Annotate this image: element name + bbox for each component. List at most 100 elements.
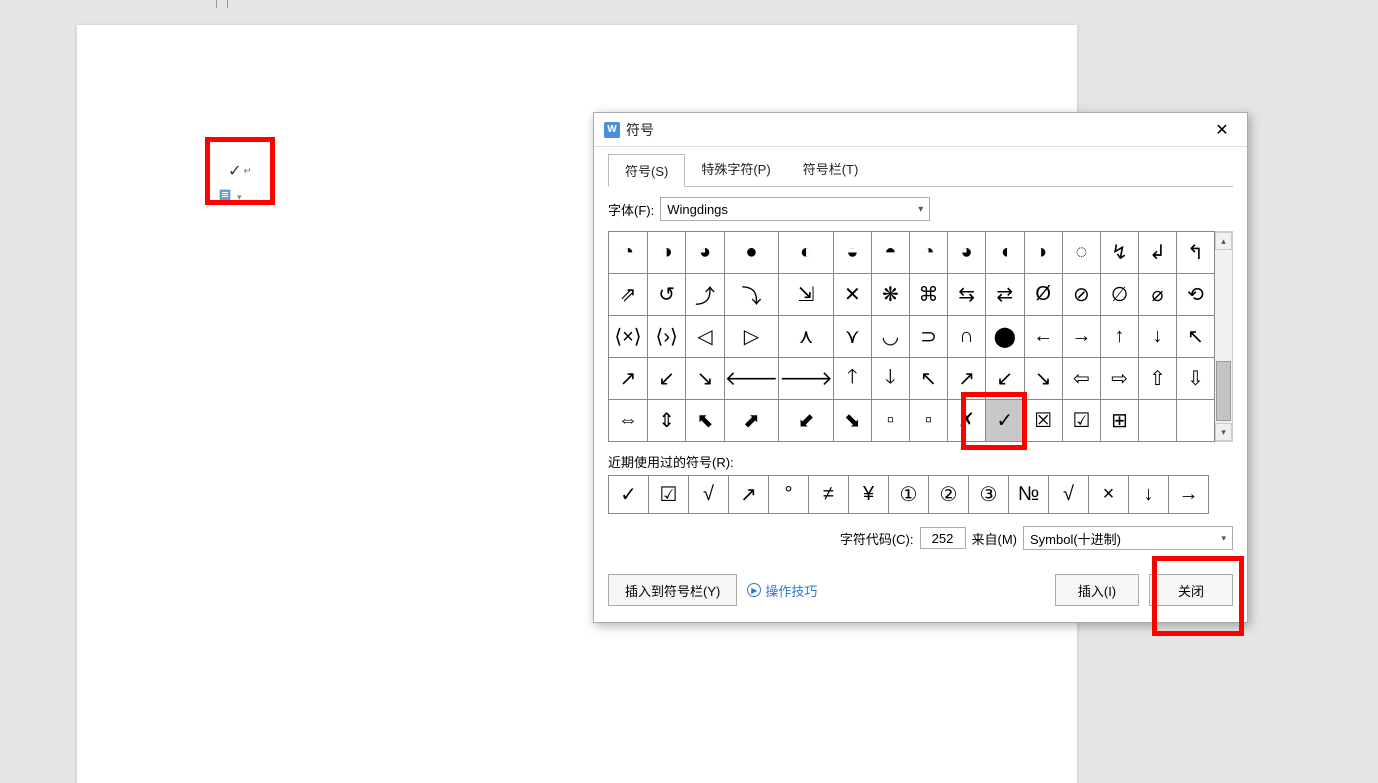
symbol-cell[interactable]: ⤵ (724, 274, 779, 316)
symbol-cell[interactable]: ● (724, 232, 779, 274)
recent-symbol-cell[interactable]: ① (889, 476, 929, 514)
recent-symbol-cell[interactable]: ③ (969, 476, 1009, 514)
symbol-cell[interactable]: ◌ (1062, 232, 1100, 274)
symbol-cell[interactable]: ← (1024, 316, 1062, 358)
symbol-cell[interactable]: ❋ (871, 274, 909, 316)
symbol-cell[interactable]: ⬉ (686, 400, 724, 442)
symbol-cell[interactable]: ⇔ (609, 400, 648, 442)
symbol-cell[interactable]: ⟨×⟩ (609, 316, 648, 358)
recent-symbol-cell[interactable]: ↓ (1129, 476, 1169, 514)
recent-symbol-cell[interactable]: × (1089, 476, 1129, 514)
symbol-cell[interactable]: ↰ (1177, 232, 1215, 274)
symbol-cell[interactable]: 🡒 (779, 358, 834, 400)
recent-symbol-cell[interactable]: ✓ (609, 476, 649, 514)
recent-symbol-cell[interactable]: ② (929, 476, 969, 514)
symbol-cell[interactable]: ◒ (833, 232, 871, 274)
recent-symbol-cell[interactable]: √ (689, 476, 729, 514)
symbol-cell[interactable]: ⋎ (833, 316, 871, 358)
symbol-cell[interactable]: ◐ (779, 232, 834, 274)
symbol-cell[interactable]: ⇕ (647, 400, 685, 442)
symbol-cell[interactable]: ⊃ (909, 316, 947, 358)
insert-to-bar-button[interactable]: 插入到符号栏(Y) (608, 574, 737, 606)
recent-symbol-cell[interactable]: ° (769, 476, 809, 514)
dialog-titlebar[interactable]: W 符号 ✕ (594, 113, 1247, 147)
scroll-track[interactable] (1215, 250, 1232, 423)
scroll-up-icon[interactable]: ▴ (1215, 232, 1232, 250)
symbol-cell[interactable]: ⊞ (1101, 400, 1139, 442)
symbol-cell[interactable]: ↖ (909, 358, 947, 400)
char-code-input[interactable] (920, 527, 966, 549)
close-icon[interactable]: ✕ (1207, 117, 1237, 143)
symbol-cell[interactable]: ↗ (948, 358, 986, 400)
scroll-down-icon[interactable]: ▾ (1215, 423, 1232, 441)
symbol-cell[interactable]: ✓ (986, 400, 1024, 442)
symbol-cell[interactable]: ✕ (833, 274, 871, 316)
symbol-cell[interactable]: ☒ (1024, 400, 1062, 442)
symbol-cell[interactable]: ⇨ (1101, 358, 1139, 400)
recent-symbol-cell[interactable]: → (1169, 476, 1209, 514)
symbol-cell[interactable]: ◓ (871, 232, 909, 274)
tips-link[interactable]: ▶ 操作技巧 (747, 581, 817, 600)
symbol-cell[interactable]: ▷ (724, 316, 779, 358)
recent-symbol-cell[interactable]: ¥ (849, 476, 889, 514)
symbol-cell[interactable]: ⇆ (948, 274, 986, 316)
symbol-cell[interactable]: → (1062, 316, 1100, 358)
symbol-cell[interactable]: ◕ (686, 232, 724, 274)
symbol-cell[interactable]: ↗ (609, 358, 648, 400)
symbol-cell[interactable]: ↓ (1139, 316, 1177, 358)
symbol-cell[interactable] (1139, 400, 1177, 442)
symbol-cell[interactable] (1177, 400, 1215, 442)
symbol-cell[interactable]: ∅ (1101, 274, 1139, 316)
recent-symbol-cell[interactable]: √ (1049, 476, 1089, 514)
symbol-cell[interactable]: ☑ (1062, 400, 1100, 442)
tab-special-chars[interactable]: 特殊字符(P) (685, 153, 786, 186)
symbol-cell[interactable]: ⬤ (986, 316, 1024, 358)
symbol-cell[interactable]: ↘ (1024, 358, 1062, 400)
symbol-cell[interactable]: ∩ (948, 316, 986, 358)
symbol-cell[interactable]: ⊘ (1062, 274, 1100, 316)
symbol-cell[interactable]: ↯ (1101, 232, 1139, 274)
symbol-cell[interactable]: ◔ (909, 232, 947, 274)
symbol-cell[interactable]: ◗ (1024, 232, 1062, 274)
symbol-cell[interactable]: Ø (1024, 274, 1062, 316)
symbol-cell[interactable]: ◁ (686, 316, 724, 358)
symbol-cell[interactable]: ◡ (871, 316, 909, 358)
symbol-cell[interactable]: ⇩ (1177, 358, 1215, 400)
recent-symbol-cell[interactable]: ≠ (809, 476, 849, 514)
close-button[interactable]: 关闭 (1149, 574, 1233, 606)
symbol-cell[interactable]: ⟨›⟩ (647, 316, 685, 358)
symbol-cell[interactable]: ▫ (909, 400, 947, 442)
symbol-cell[interactable]: 🡐 (724, 358, 779, 400)
tab-symbol-bar[interactable]: 符号栏(T) (787, 153, 875, 186)
symbol-cell[interactable]: 🡓 (871, 358, 909, 400)
recent-symbol-cell[interactable]: № (1009, 476, 1049, 514)
font-select[interactable]: Wingdings ▾ (660, 197, 930, 221)
symbol-cell[interactable]: ⤴ (686, 274, 724, 316)
symbol-cell[interactable]: ▫ (871, 400, 909, 442)
symbol-cell[interactable]: ⬈ (724, 400, 779, 442)
tab-symbols[interactable]: 符号(S) (608, 154, 685, 187)
insert-button[interactable]: 插入(I) (1055, 574, 1139, 606)
symbol-cell[interactable]: ◔ (609, 232, 648, 274)
symbol-cell[interactable]: 🡑 (833, 358, 871, 400)
symbol-cell[interactable]: ⌀ (1139, 274, 1177, 316)
symbol-cell[interactable]: ⇄ (986, 274, 1024, 316)
symbol-cell[interactable]: ✗ (948, 400, 986, 442)
recent-symbol-cell[interactable]: ☑ (649, 476, 689, 514)
symbol-cell[interactable]: ⋏ (779, 316, 834, 358)
scroll-thumb[interactable] (1216, 361, 1231, 421)
symbol-cell[interactable]: ↙ (647, 358, 685, 400)
symbol-cell[interactable]: ⌘ (909, 274, 947, 316)
symbol-cell[interactable]: ⇦ (1062, 358, 1100, 400)
symbol-cell[interactable]: ↘ (686, 358, 724, 400)
symbol-cell[interactable]: ↺ (647, 274, 685, 316)
symbol-cell[interactable]: ↙ (986, 358, 1024, 400)
symbol-cell[interactable]: ◖ (986, 232, 1024, 274)
symbol-cell[interactable]: ⬊ (833, 400, 871, 442)
symbol-cell[interactable]: ◑ (647, 232, 685, 274)
symbol-cell[interactable]: ⇲ (779, 274, 834, 316)
symbol-cell[interactable]: ↑ (1101, 316, 1139, 358)
symbol-cell[interactable]: ⟲ (1177, 274, 1215, 316)
symbol-cell[interactable]: ⇗ (609, 274, 648, 316)
symbol-cell[interactable]: ⬋ (779, 400, 834, 442)
